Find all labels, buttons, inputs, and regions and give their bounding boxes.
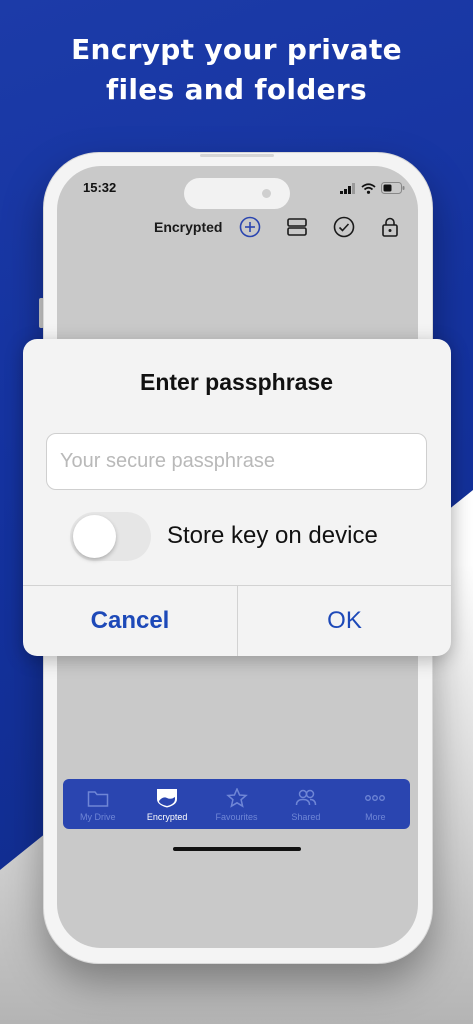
status-time: 15:32 [83, 180, 117, 195]
wifi-icon [361, 182, 376, 194]
more-dots-icon [365, 795, 386, 801]
tab-favourites[interactable]: Favourites [202, 779, 271, 829]
lock-icon[interactable] [379, 216, 401, 238]
home-indicator [173, 847, 301, 851]
tab-label: Encrypted [146, 812, 188, 822]
list-view-icon[interactable] [286, 216, 308, 238]
store-key-toggle[interactable] [70, 512, 151, 561]
headline: Encrypt your private files and folders [0, 30, 473, 110]
headline-line-2: files and folders [105, 73, 368, 106]
battery-icon [381, 182, 405, 194]
tab-encrypted[interactable]: Encrypted [132, 779, 201, 829]
camera-icon [262, 189, 271, 198]
tab-label: More [365, 812, 386, 822]
ok-button[interactable]: OK [238, 586, 451, 656]
people-icon [295, 789, 317, 806]
phone-speaker [200, 154, 274, 157]
tab-label: Favourites [215, 812, 258, 822]
folder-icon [87, 791, 108, 807]
toggle-knob [73, 515, 116, 558]
add-circle-icon[interactable] [239, 216, 261, 238]
toolbar-title: Encrypted [154, 219, 223, 235]
tab-label: My Drive [79, 812, 116, 822]
star-icon [225, 788, 248, 808]
signal-icon [340, 182, 355, 194]
store-key-label: Store key on device [167, 522, 378, 549]
tab-label: Shared [291, 812, 321, 822]
shield-icon [157, 789, 178, 808]
dialog-title: Enter passphrase [139, 369, 334, 395]
headline-line-1: Encrypt your private [71, 33, 402, 66]
select-check-icon[interactable] [333, 216, 355, 238]
dynamic-island [184, 178, 290, 209]
tab-my-drive[interactable]: My Drive [63, 779, 132, 829]
status-icons [340, 181, 405, 195]
tab-more[interactable]: More [341, 779, 410, 829]
passphrase-input[interactable] [46, 433, 427, 490]
tab-shared[interactable]: Shared [271, 779, 340, 829]
tab-bar: My Drive Encrypted Favourites Shared Mor… [63, 779, 410, 829]
cancel-button[interactable]: Cancel [23, 586, 237, 656]
